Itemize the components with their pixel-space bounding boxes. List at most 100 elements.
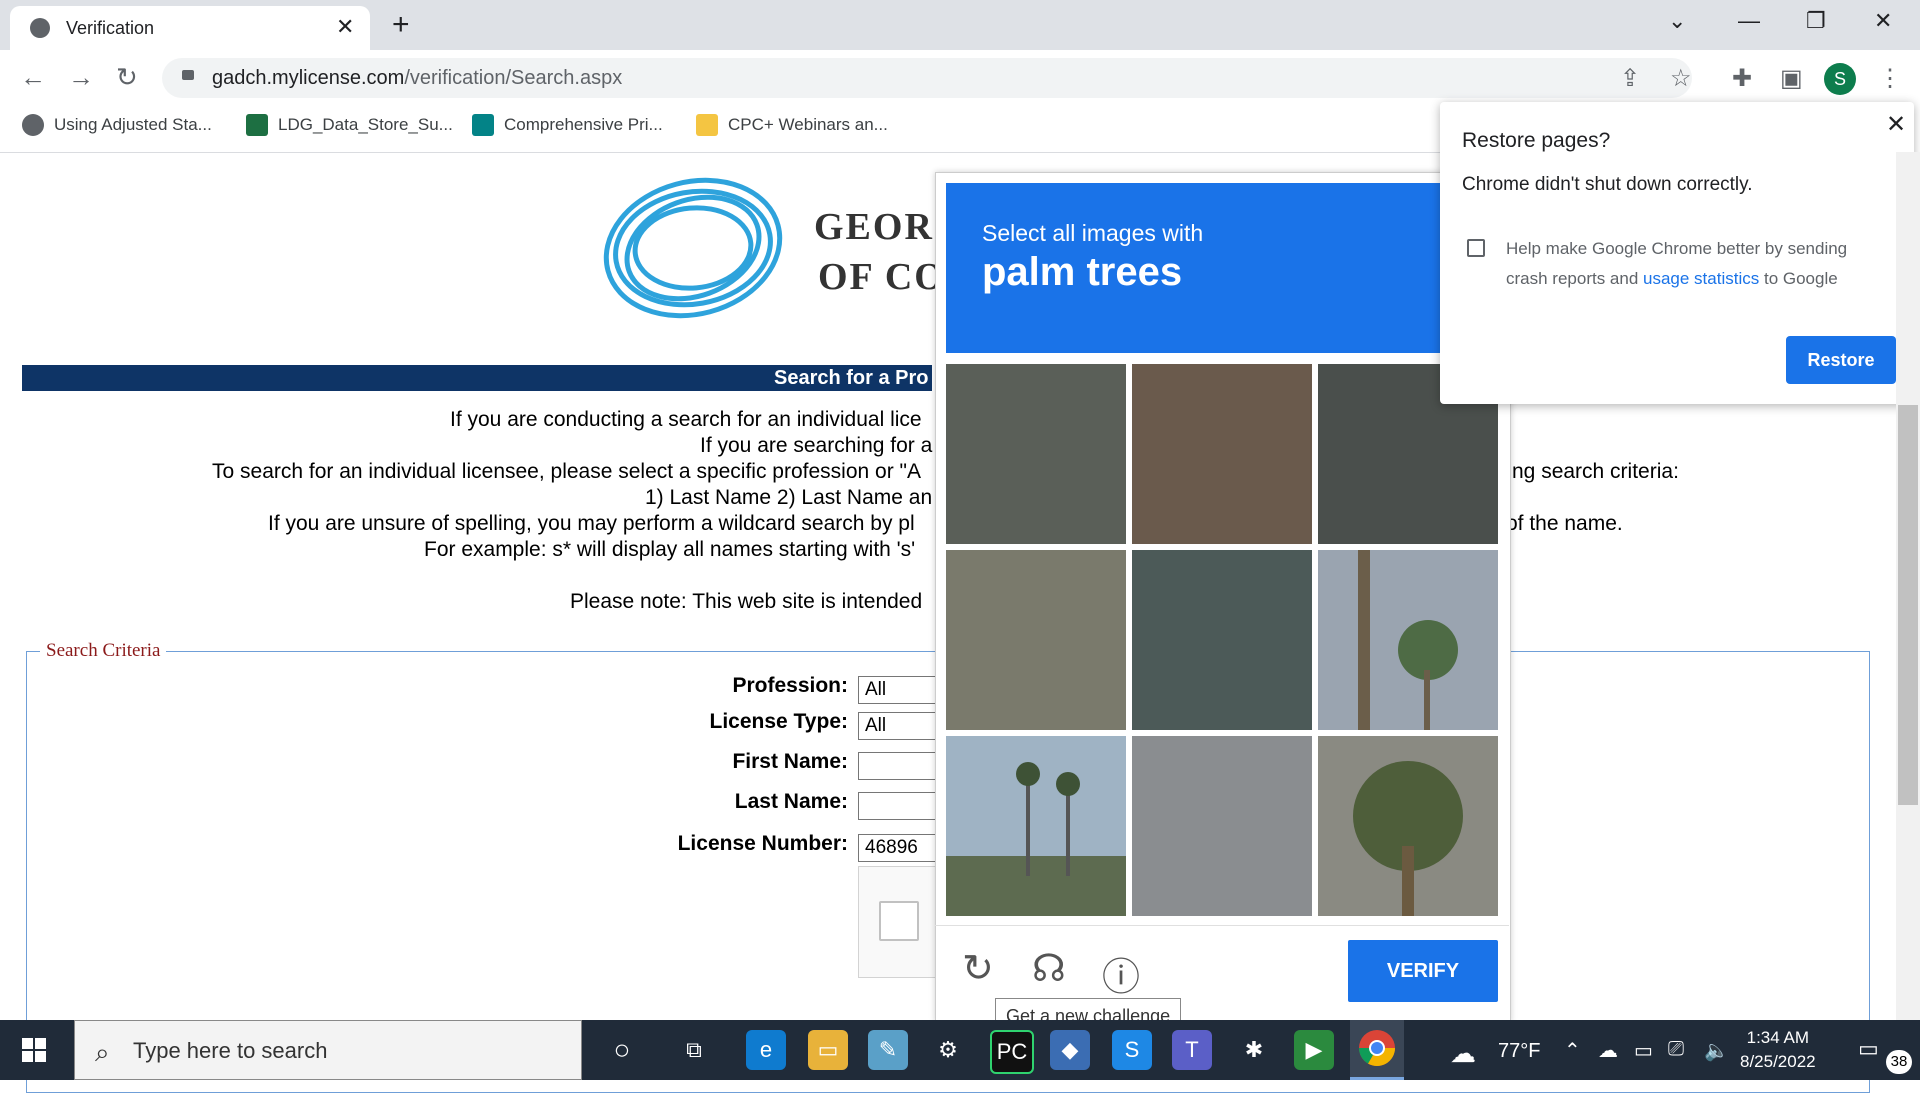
crash-report-label: Help make Google Chrome better by sendin… bbox=[1506, 239, 1848, 288]
bookmark-item[interactable]: CPC+ Webinars an... bbox=[696, 114, 888, 136]
audio-challenge-icon[interactable]: ☊ bbox=[1032, 946, 1066, 991]
palm-tree-image bbox=[1353, 761, 1463, 916]
tab-title: Verification bbox=[66, 18, 155, 38]
edge-icon[interactable]: e bbox=[746, 1030, 786, 1070]
bookmark-item[interactable]: Using Adjusted Sta... bbox=[22, 114, 212, 136]
info-text: To search for an individual licensee, pl… bbox=[212, 460, 921, 483]
weather-temperature[interactable]: 77°F bbox=[1498, 1040, 1540, 1063]
weather-cloud-icon[interactable]: ☁ bbox=[1450, 1038, 1476, 1069]
extensions-icon[interactable]: ✚ bbox=[1732, 64, 1752, 93]
reload-icon[interactable]: ↻ bbox=[116, 62, 138, 93]
settings-gear-icon[interactable]: ⚙ bbox=[928, 1030, 968, 1070]
close-icon[interactable]: ✕ bbox=[1886, 110, 1906, 139]
s-app-icon[interactable]: S bbox=[1112, 1030, 1152, 1070]
section-title-bar: Search for a Pro bbox=[22, 365, 932, 391]
tab-close-icon[interactable]: ✕ bbox=[336, 14, 354, 40]
chevron-up-icon[interactable]: ⌃ bbox=[1564, 1038, 1581, 1063]
taskbar-clock[interactable]: 1:34 AM 8/25/2022 bbox=[1740, 1026, 1816, 1074]
back-icon[interactable]: ← bbox=[20, 62, 46, 93]
side-panel-icon[interactable]: ▣ bbox=[1780, 64, 1803, 93]
folder-icon bbox=[696, 114, 718, 136]
search-placeholder: Type here to search bbox=[133, 1038, 328, 1063]
sharepoint-icon bbox=[472, 114, 494, 136]
last-name-label: Last Name: bbox=[734, 790, 848, 813]
restore-window-button[interactable]: ❐ bbox=[1806, 8, 1826, 34]
teams-icon[interactable]: T bbox=[1172, 1030, 1212, 1070]
excel-icon bbox=[246, 114, 268, 136]
battery-icon[interactable]: ▭ bbox=[1634, 1038, 1653, 1063]
info-text: ng search criteria: bbox=[1512, 460, 1679, 483]
logo-ring-icon bbox=[603, 177, 783, 319]
info-text: If you are unsure of spelling, you may p… bbox=[268, 512, 915, 535]
scrollbar-thumb[interactable] bbox=[1898, 405, 1918, 805]
slack-icon[interactable]: ✱ bbox=[1234, 1030, 1274, 1070]
profile-avatar[interactable]: S bbox=[1824, 63, 1856, 95]
license-type-label: License Type: bbox=[709, 710, 849, 733]
pycharm-icon[interactable]: PC bbox=[990, 1030, 1034, 1074]
captcha-tile[interactable] bbox=[1318, 736, 1498, 916]
info-text: If you are searching for a bbox=[700, 434, 933, 457]
info-icon[interactable]: ⓘ bbox=[1102, 946, 1140, 1001]
volume-icon[interactable]: 🔈 bbox=[1704, 1038, 1729, 1063]
captcha-tile[interactable] bbox=[1132, 364, 1312, 544]
tab-search-icon[interactable]: ⌄ bbox=[1668, 8, 1686, 34]
search-icon: ⌕ bbox=[95, 1037, 110, 1067]
file-explorer-icon[interactable]: ▭ bbox=[808, 1030, 848, 1070]
bookmark-item[interactable]: LDG_Data_Store_Su... bbox=[246, 114, 453, 136]
url-text: gadch.mylicense.com/verification/Search.… bbox=[212, 67, 623, 89]
license-number-label: License Number: bbox=[677, 832, 848, 855]
cortana-icon[interactable]: ○ bbox=[602, 1030, 642, 1070]
recaptcha-checkbox[interactable] bbox=[879, 901, 919, 941]
menu-icon[interactable]: ⋮ bbox=[1878, 64, 1902, 93]
forward-icon[interactable]: → bbox=[68, 62, 94, 93]
close-window-button[interactable]: ✕ bbox=[1874, 8, 1892, 34]
profession-label: Profession: bbox=[732, 674, 848, 697]
section-title: Search for a Pro bbox=[774, 367, 929, 389]
palm-tree-image bbox=[946, 762, 1126, 916]
notification-icon[interactable]: ▭ bbox=[1858, 1036, 1879, 1062]
share-icon[interactable]: ⇪ bbox=[1620, 64, 1640, 93]
globe-icon bbox=[22, 114, 44, 136]
restore-button[interactable]: Restore bbox=[1786, 336, 1896, 384]
crash-report-checkbox[interactable] bbox=[1467, 239, 1485, 257]
search-criteria-legend: Search Criteria bbox=[40, 640, 167, 662]
captcha-tile[interactable] bbox=[1318, 550, 1498, 730]
clock-date: 8/25/2022 bbox=[1740, 1052, 1816, 1071]
captcha-tile[interactable] bbox=[946, 550, 1126, 730]
chrome-taskbar-button[interactable] bbox=[1350, 1020, 1404, 1080]
restore-pages-popup: ✕ Restore pages? Chrome didn't shut down… bbox=[1440, 102, 1914, 404]
git-icon[interactable]: ◆ bbox=[1050, 1030, 1090, 1070]
popup-title: Restore pages? bbox=[1462, 129, 1611, 152]
captcha-tile[interactable] bbox=[946, 736, 1126, 916]
onedrive-icon[interactable]: ☁ bbox=[1598, 1038, 1618, 1063]
network-icon[interactable]: ⎚ bbox=[1668, 1038, 1684, 1061]
new-tab-button[interactable]: + bbox=[392, 8, 410, 42]
usage-statistics-link[interactable]: usage statistics bbox=[1643, 269, 1759, 288]
verify-button[interactable]: VERIFY bbox=[1348, 940, 1498, 1002]
address-bar[interactable]: gadch.mylicense.com/verification/Search.… bbox=[162, 58, 1692, 98]
globe-icon bbox=[30, 18, 50, 38]
captcha-tile[interactable] bbox=[1132, 736, 1312, 916]
taskbar-search-box[interactable]: ⌕ Type here to search bbox=[74, 1020, 582, 1080]
task-view-icon[interactable]: ⧉ bbox=[674, 1030, 714, 1070]
logo-text: OF CO bbox=[818, 256, 946, 298]
popup-subtitle: Chrome didn't shut down correctly. bbox=[1462, 174, 1753, 195]
captcha-target: palm trees bbox=[982, 250, 1183, 294]
captcha-tile[interactable] bbox=[1132, 550, 1312, 730]
bookmark-item[interactable]: Comprehensive Pri... bbox=[472, 114, 663, 136]
media-player-icon[interactable]: ▶ bbox=[1294, 1030, 1334, 1070]
windows-start-icon[interactable] bbox=[22, 1038, 46, 1062]
info-text: of the name. bbox=[1506, 512, 1623, 535]
minimize-button[interactable]: — bbox=[1738, 8, 1760, 34]
info-text: For example: s* will display all names s… bbox=[424, 538, 916, 561]
info-text: 1) Last Name 2) Last Name an bbox=[645, 486, 933, 509]
palm-tree-image bbox=[1358, 550, 1458, 730]
logo-text: GEOR bbox=[814, 206, 934, 248]
star-icon[interactable]: ☆ bbox=[1670, 64, 1692, 93]
reload-challenge-icon[interactable]: ↻ bbox=[962, 946, 994, 991]
browser-tab[interactable]: Verification ✕ bbox=[10, 6, 370, 50]
chrome-icon bbox=[1359, 1030, 1395, 1067]
captcha-divider bbox=[935, 925, 1509, 926]
captcha-tile[interactable] bbox=[946, 364, 1126, 544]
notes-icon[interactable]: ✎ bbox=[868, 1030, 908, 1070]
